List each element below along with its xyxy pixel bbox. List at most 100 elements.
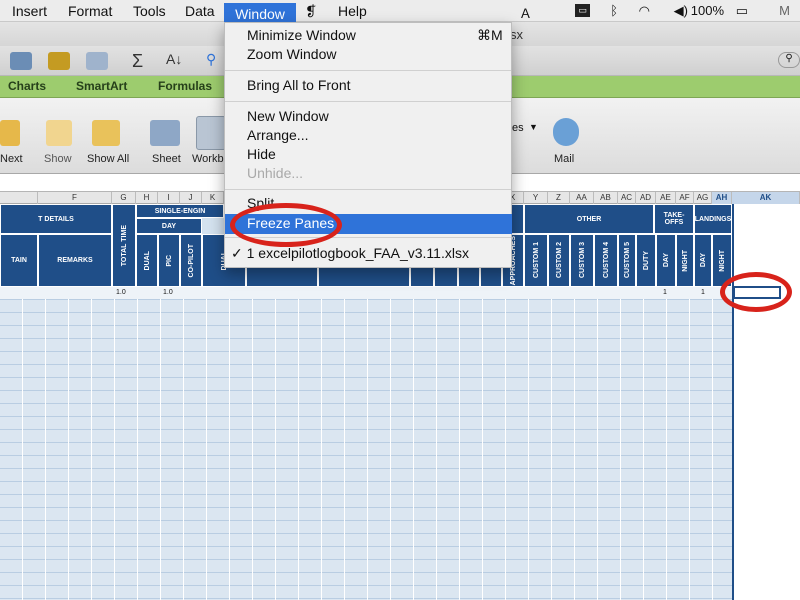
column-header[interactable]: AB: [594, 192, 618, 204]
unfrozen-column[interactable]: [732, 204, 800, 600]
column-header[interactable]: AA: [570, 192, 594, 204]
column-label-text: CUSTOM 3: [578, 242, 586, 279]
filter-icon[interactable]: ⚲: [206, 51, 216, 68]
column-header[interactable]: J: [180, 192, 202, 204]
column-label: CUSTOM 5: [618, 234, 636, 287]
menuitem-unhide: Unhide...: [247, 165, 304, 181]
tab-charts[interactable]: Charts: [8, 79, 46, 93]
menu-tools[interactable]: Tools: [133, 3, 166, 19]
column-header[interactable]: AC: [618, 192, 636, 204]
column-label-text: CUSTOM 4: [602, 242, 610, 279]
column-label-text: CUSTOM 1: [532, 242, 540, 279]
menuitem-bring-all-to-front[interactable]: Bring All to Front: [247, 77, 351, 96]
other-header: OTHER: [524, 204, 654, 234]
app-icon[interactable]: ▭: [575, 4, 590, 17]
minimize-shortcut: ⌘M: [477, 27, 503, 43]
mail-button[interactable]: Mail: [554, 153, 574, 165]
menuitem-minimize-window[interactable]: Minimize Window: [247, 27, 356, 46]
column-label-remarks: REMARKS: [38, 234, 112, 287]
column-label: DAY: [694, 234, 712, 287]
menuitem-arrange[interactable]: Arrange...: [247, 127, 308, 146]
menuitem-new-window[interactable]: New Window: [247, 108, 329, 127]
next-comment-icon[interactable]: [0, 120, 20, 146]
tab-formulas[interactable]: Formulas: [158, 79, 212, 93]
column-header[interactable]: G: [112, 192, 136, 204]
annotation-circle: [720, 272, 792, 312]
column-header[interactable]: AE: [656, 192, 676, 204]
column-label: CUSTOM 2: [548, 234, 570, 287]
cell-pic[interactable]: 1.0: [163, 289, 173, 296]
column-header[interactable]: Y: [524, 192, 548, 204]
column-label: CUSTOM 4: [594, 234, 618, 287]
show-button[interactable]: Show: [44, 153, 72, 165]
landings-header: LANDINGS: [694, 204, 732, 234]
column-header[interactable]: AG: [694, 192, 712, 204]
column-label-text: NIGHT: [681, 249, 689, 272]
menu-insert[interactable]: Insert: [12, 3, 47, 19]
column-label: DUAL: [136, 234, 158, 287]
cell-landing[interactable]: 1: [701, 289, 705, 296]
column-label-text: CUSTOM 5: [623, 242, 631, 279]
show-all-icon[interactable]: [92, 120, 120, 146]
mail-icon[interactable]: [553, 118, 579, 146]
volume-icon[interactable]: ◀): [674, 3, 688, 19]
sheet-button[interactable]: Sheet: [152, 153, 181, 165]
column-header[interactable]: AK: [732, 192, 800, 204]
tab-smartart[interactable]: SmartArt: [76, 79, 127, 93]
takeoffs-header: TAKE-OFFS: [654, 204, 694, 234]
annotation-circle: [230, 203, 342, 247]
mac-menubar: Insert Format Tools Data Window ❡ Help Ａ…: [0, 0, 800, 25]
column-label: DAY: [656, 234, 676, 287]
script-icon[interactable]: ❡: [305, 3, 317, 20]
column-label-tain: TAIN: [0, 234, 38, 287]
column-header[interactable]: H: [136, 192, 158, 204]
search-icon[interactable]: ⚲: [778, 52, 800, 68]
column-header[interactable]: AD: [636, 192, 656, 204]
next-button[interactable]: Next: [0, 153, 23, 165]
protect-workbook-icon[interactable]: [196, 116, 226, 150]
chevron-down-icon[interactable]: ▼: [529, 122, 538, 132]
single-engine-header: SINGLE-ENGIN: [136, 204, 224, 218]
undo-icon[interactable]: [48, 52, 70, 70]
column-header[interactable]: F: [38, 192, 112, 204]
menuitem-open-workbook[interactable]: ✓ 1 excelpilotlogbook_FAA_v3.11.xlsx: [231, 245, 469, 264]
column-label-text: CO-PILOT: [187, 243, 195, 278]
column-header[interactable]: AF: [676, 192, 694, 204]
column-label: DUTY: [636, 234, 656, 287]
battery-icon[interactable]: ▭: [736, 3, 748, 19]
paintbrush-icon[interactable]: [10, 52, 32, 70]
menuitem-hide[interactable]: Hide: [247, 146, 276, 165]
data-rows[interactable]: [0, 287, 732, 600]
column-header[interactable]: Z: [548, 192, 570, 204]
menu-data[interactable]: Data: [185, 3, 215, 19]
column-label-total-time: TOTAL TIME: [120, 224, 128, 267]
menuitem-zoom-window[interactable]: Zoom Window: [247, 46, 336, 65]
cell-total-time[interactable]: 1.0: [116, 289, 126, 296]
column-header[interactable]: I: [158, 192, 180, 204]
column-label-text: CUSTOM 2: [555, 242, 563, 279]
column-label-text: DAY: [699, 253, 707, 268]
menu-help[interactable]: Help: [338, 3, 367, 19]
user-name[interactable]: M: [779, 3, 790, 18]
column-label: PIC: [158, 234, 180, 287]
menu-format[interactable]: Format: [68, 3, 112, 19]
bluetooth-icon[interactable]: ᛒ: [610, 3, 618, 18]
sort-icon[interactable]: A↓: [166, 51, 182, 67]
menu-separator: [225, 189, 511, 190]
column-header[interactable]: AH: [712, 192, 732, 204]
column-header[interactable]: [0, 192, 38, 204]
autosum-icon[interactable]: Σ: [132, 51, 143, 72]
column-label-text: NIGHT: [718, 249, 726, 272]
protect-sheet-icon[interactable]: [150, 120, 180, 146]
show-comment-icon[interactable]: [46, 120, 72, 146]
column-label-text: DAY: [662, 253, 670, 268]
column-header[interactable]: K: [202, 192, 224, 204]
menu-separator: [225, 101, 511, 102]
redo-icon[interactable]: [86, 52, 108, 70]
wifi-icon[interactable]: ◠: [639, 3, 650, 19]
menu-separator: [225, 70, 511, 71]
show-all-button[interactable]: Show All: [87, 153, 129, 165]
cell-takeoff[interactable]: 1: [663, 289, 667, 296]
table-row[interactable]: 1.0 1.0 1 1: [0, 287, 732, 299]
adobe-icon[interactable]: Ａ: [519, 3, 532, 22]
